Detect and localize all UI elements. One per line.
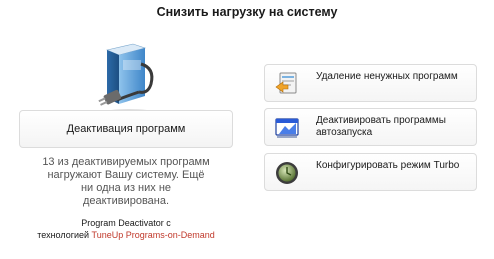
turbo-mode-icon	[274, 160, 300, 186]
page-title: Снизить нагрузку на систему	[156, 5, 338, 19]
status-text: 13 из деактивируемых программ нагружают …	[42, 156, 210, 207]
uninstall-programs-icon	[274, 71, 300, 97]
remove-programs-label: Удаление ненужных программ	[316, 71, 458, 82]
deactivate-programs-button[interactable]: Деактивация программ	[19, 110, 233, 148]
deactivate-programs-label: Деактивация программ	[66, 123, 186, 135]
startup-programs-button[interactable]: Деактивировать программы автозапуска	[264, 108, 477, 146]
remove-programs-button[interactable]: Удаление ненужных программ	[264, 64, 477, 102]
turbo-mode-button[interactable]: Конфигурировать режим Turbo	[264, 153, 477, 191]
program-deactivator-icon	[93, 38, 163, 118]
startup-programs-label: Деактивировать программы автозапуска	[316, 115, 446, 138]
turbo-mode-label: Конфигурировать режим Turbo	[316, 160, 460, 171]
technology-credit: Program Deactivator с технологией TuneUp…	[0, 217, 252, 241]
credit-prefix: технологией	[37, 230, 92, 240]
startup-manager-icon	[274, 115, 300, 141]
credit-highlight: TuneUp Programs-on-Demand	[91, 230, 215, 240]
credit-line-2: технологией TuneUp Programs-on-Demand	[0, 229, 252, 241]
credit-line-1: Program Deactivator с	[81, 218, 171, 228]
